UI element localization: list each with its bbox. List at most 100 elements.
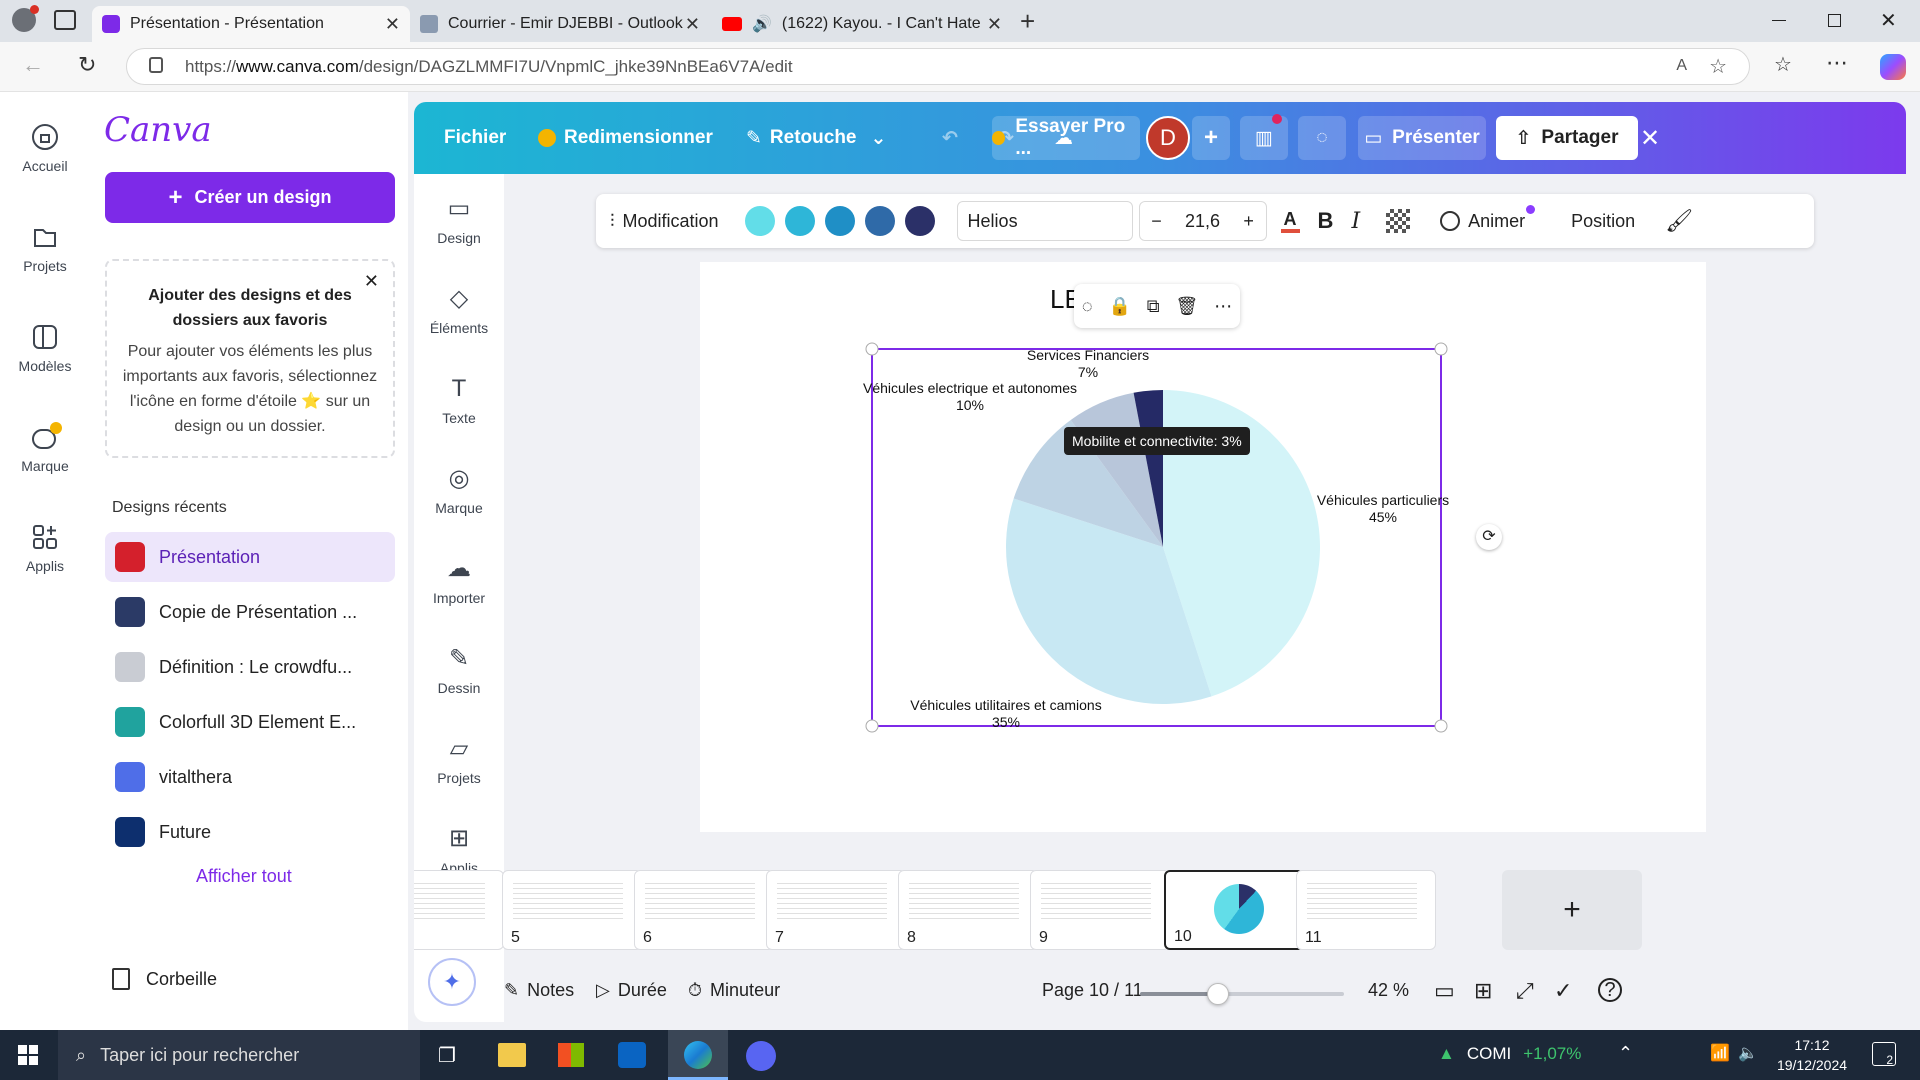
read-aloud-icon[interactable]: A <box>1676 57 1687 75</box>
notifications-icon[interactable]: 2 <box>1872 1042 1896 1067</box>
recent-item[interactable]: Copie de Présentation ... <box>105 587 395 637</box>
refresh-icon[interactable]: ↻ <box>78 52 96 78</box>
tool-applis[interactable]: ⊞ Applis <box>414 824 504 876</box>
slide-canvas[interactable]: LES D Services Financiers7%Véhicules ele… <box>700 262 1706 832</box>
resize-handle[interactable] <box>1434 342 1448 356</box>
resize-handle[interactable] <box>865 342 879 356</box>
page-thumbnail[interactable]: 8 <box>898 870 1038 950</box>
page-thumbnail[interactable]: 11 <box>1296 870 1436 950</box>
task-view-icon[interactable]: ❐ <box>438 1043 456 1068</box>
animate-button[interactable]: Animer <box>1440 204 1536 232</box>
store-icon[interactable] <box>558 1043 584 1067</box>
position-button[interactable]: Position <box>1571 211 1635 232</box>
create-design-button[interactable]: + Créer un design <box>105 172 395 223</box>
tool-marque[interactable]: ◎ Marque <box>414 464 504 516</box>
tool-dessin[interactable]: ✎ Dessin <box>414 644 504 696</box>
tab-actions-icon[interactable] <box>54 10 76 30</box>
favorites-icon[interactable]: ☆ <box>1774 52 1792 77</box>
nav-marque[interactable]: Marque <box>0 422 90 474</box>
try-pro-button[interactable]: Essayer Pro ... <box>992 116 1140 160</box>
tool-texte[interactable]: T Texte <box>414 374 504 426</box>
canva-logo[interactable]: Canva <box>104 110 212 150</box>
grid-view-icon[interactable]: ⊞ <box>1474 978 1492 1004</box>
close-tab-icon[interactable]: ✕ <box>685 14 700 35</box>
font-size-value[interactable]: 21,6 <box>1185 211 1220 232</box>
recent-item[interactable]: Présentation <box>105 532 395 582</box>
zoom-slider[interactable] <box>1140 983 1344 1005</box>
copy-style-icon[interactable]: 🖌 <box>1665 208 1693 234</box>
tool-projets[interactable]: ▱ Projets <box>414 734 504 786</box>
maximize-icon[interactable] <box>1828 14 1841 27</box>
taskbar-search[interactable]: ⌕ Taper ici pour rechercher <box>58 1030 420 1080</box>
close-tab-icon[interactable]: ✕ <box>987 14 1002 35</box>
help-icon[interactable]: ? <box>1598 978 1622 1002</box>
bold-button[interactable]: B <box>1318 208 1334 234</box>
increase-size-button[interactable]: + <box>1243 211 1254 232</box>
tool-elements[interactable]: ◇ Éléments <box>414 284 504 336</box>
close-tab-icon[interactable]: ✕ <box>385 14 400 35</box>
delete-icon[interactable]: 🗑 <box>1175 296 1198 317</box>
favorite-star-icon[interactable]: ☆ <box>1709 54 1727 79</box>
network-icon[interactable]: 📶 <box>1710 1043 1730 1063</box>
tab-outlook[interactable]: Courrier - Emir DJEBBI - Outlook ✕ <box>410 6 710 42</box>
profile-icon[interactable] <box>12 5 39 32</box>
nav-applis[interactable]: Applis <box>0 522 90 574</box>
pie-chart[interactable]: Services Financiers7%Véhicules electriqu… <box>700 262 1706 832</box>
edit-button[interactable]: ⫶ Modification <box>610 211 719 232</box>
tab-canva[interactable]: Présentation - Présentation ✕ <box>92 6 410 42</box>
retouch-button[interactable]: ✎ Retouche ⌄ <box>746 102 886 174</box>
zoom-value[interactable]: 42 % <box>1368 980 1409 1001</box>
new-tab-icon[interactable]: + <box>1020 6 1035 37</box>
close-icon[interactable]: ✕ <box>364 271 379 292</box>
add-page-button[interactable]: + <box>1502 870 1642 950</box>
resize-button[interactable]: Redimensionner <box>538 102 713 174</box>
file-menu[interactable]: Fichier <box>444 102 506 174</box>
undo-icon[interactable]: ↶ <box>942 102 958 174</box>
tool-importer[interactable]: ☁ Importer <box>414 554 504 606</box>
minimize-icon[interactable] <box>1772 20 1786 21</box>
copilot-icon[interactable] <box>1880 54 1906 80</box>
trash-button[interactable]: Corbeille <box>112 968 217 990</box>
recent-item[interactable]: Future <box>105 807 395 857</box>
check-icon[interactable]: ✓ <box>1554 978 1572 1004</box>
transparency-icon[interactable] <box>1386 209 1411 233</box>
resize-handle[interactable] <box>1434 719 1448 733</box>
text-color-icon[interactable]: A <box>1280 209 1300 233</box>
resize-handle[interactable] <box>865 719 879 733</box>
recent-item[interactable]: vitalthera <box>105 752 395 802</box>
clock[interactable]: 17:12 19/12/2024 <box>1766 1035 1858 1075</box>
nav-accueil[interactable]: Accueil <box>0 122 90 174</box>
page-thumbnail[interactable]: 6 <box>634 870 774 950</box>
page-thumbnail[interactable]: 7 <box>766 870 906 950</box>
discord-app-icon[interactable] <box>746 1041 776 1071</box>
decrease-size-button[interactable]: − <box>1151 211 1162 232</box>
close-window-icon[interactable]: ✕ <box>1880 8 1897 33</box>
present-button[interactable]: ▭ Présenter <box>1358 116 1486 160</box>
insights-button[interactable]: ▥ <box>1240 114 1288 160</box>
notes-button[interactable]: ✎ Notes <box>504 980 574 1001</box>
more-icon[interactable]: ⋯ <box>1214 296 1232 317</box>
page-thumbnail[interactable]: 9 <box>1030 870 1170 950</box>
duration-button[interactable]: ▷ Durée <box>596 980 667 1001</box>
stock-widget[interactable]: ▲ COMI +1,07% <box>1438 1044 1581 1064</box>
avatar[interactable]: D <box>1146 116 1190 160</box>
nav-modeles[interactable]: Modèles <box>0 322 90 374</box>
more-icon[interactable]: ⋯ <box>1826 50 1848 76</box>
page-thumbnail[interactable]: 10 <box>1164 870 1304 950</box>
tab-youtube[interactable]: 🔊 (1622) Kayou. - I Can't Hate Y ✕ <box>712 6 1012 42</box>
recent-item[interactable]: Définition : Le crowdfu... <box>105 642 395 692</box>
lock-icon[interactable]: 🔒 <box>1108 296 1130 317</box>
share-button[interactable]: ⇧ Partager <box>1496 116 1638 160</box>
color-swatch[interactable] <box>744 206 775 236</box>
edge-app-icon[interactable] <box>668 1030 728 1080</box>
url-field[interactable]: https://www.canva.com/design/DAGZLMMFI7U… <box>126 48 1750 85</box>
tray-chevron-icon[interactable]: ⌃ <box>1618 1043 1633 1064</box>
file-explorer-icon[interactable] <box>498 1043 526 1067</box>
close-editor-icon[interactable]: ✕ <box>1640 102 1660 174</box>
outlook-app-icon[interactable] <box>618 1042 646 1068</box>
timer-button[interactable]: ⏱ Minuteur <box>688 980 780 1001</box>
page-view-icon[interactable]: ▭ <box>1434 978 1455 1004</box>
add-collaborator-button[interactable]: + <box>1192 116 1230 160</box>
comments-button[interactable]: ◌ <box>1298 116 1346 160</box>
font-selector[interactable]: Helios <box>956 201 1133 241</box>
